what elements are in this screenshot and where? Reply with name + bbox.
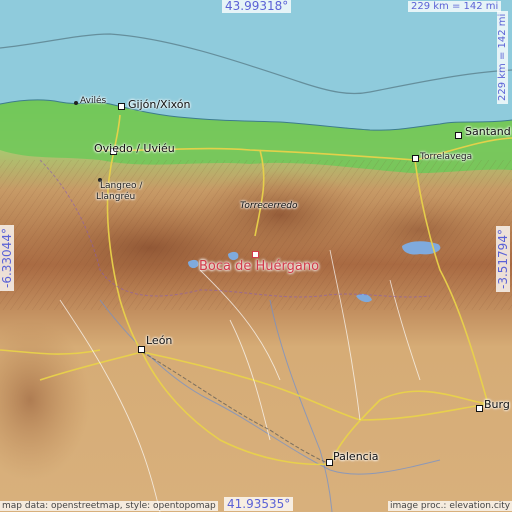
place-langreo: Langreo / [100, 181, 143, 191]
bottom-latitude-label: 41.93535° [224, 497, 294, 511]
gijon-marker [118, 103, 125, 110]
map-credit: map data: openstreetmap, style: opentopo… [0, 501, 218, 511]
place-oviedo: Oviedo / Uviéu [94, 142, 175, 155]
place-torrecerredo: Torrecerredo [240, 201, 298, 211]
location-marker[interactable] [252, 251, 259, 258]
place-santander: Santand [465, 125, 511, 138]
aviles-marker [74, 101, 78, 105]
place-palencia: Palencia [333, 450, 379, 463]
highlighted-place-label: Boca de Huérgano [199, 259, 320, 274]
top-latitude-label: 43.99318° [222, 0, 292, 13]
scale-horizontal: 229 km = 142 mi [408, 1, 502, 12]
place-torrelavega: Torrelavega [420, 152, 473, 162]
burgos-marker [476, 405, 483, 412]
place-leon: León [146, 334, 173, 347]
left-longitude-label: -6.33044° [0, 225, 14, 291]
place-aviles: Avilés [80, 96, 107, 106]
image-credit: image proc.: elevation.city [388, 501, 512, 511]
santander-marker [455, 132, 462, 139]
torrelavega-marker [412, 155, 419, 162]
scale-vertical: 229 km = 142 mi [497, 10, 508, 104]
place-burgos: Burg [484, 398, 510, 411]
place-llangreu: Llangréu [96, 192, 136, 202]
map-view[interactable]: Avilés Gijón/Xixón Oviedo / Uviéu Langre… [0, 0, 512, 512]
place-gijon: Gijón/Xixón [128, 98, 191, 111]
leon-marker [138, 346, 145, 353]
right-longitude-label: -3.51794° [496, 226, 510, 292]
palencia-marker [326, 459, 333, 466]
